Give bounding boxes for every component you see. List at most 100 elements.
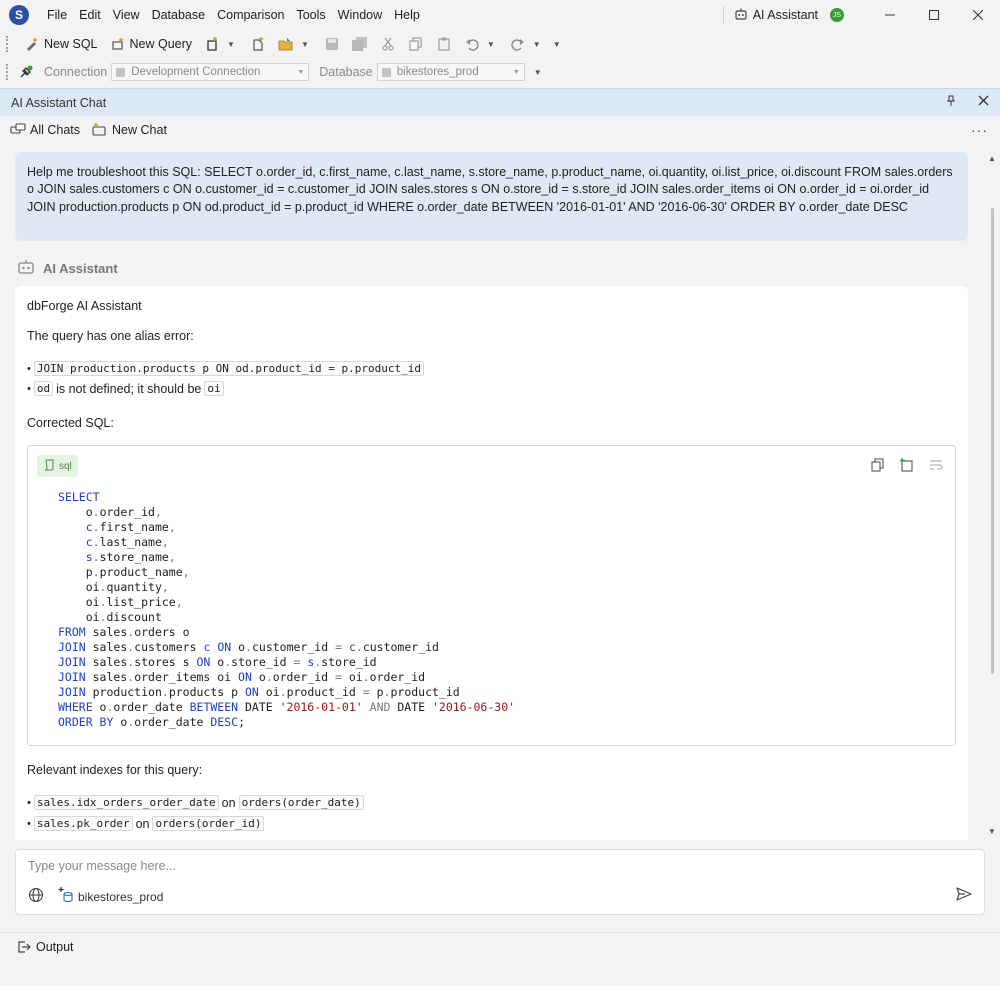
chevron-down-icon[interactable]: ▼	[484, 40, 498, 49]
main-toolbar: New SQL New Query ▼ ▼ ▼ ▼ ▼	[0, 30, 1000, 58]
cut-button[interactable]	[374, 33, 402, 55]
more-options-icon[interactable]: ···	[971, 122, 988, 138]
menu-tools[interactable]: Tools	[290, 8, 331, 22]
menu-edit[interactable]: Edit	[73, 8, 107, 22]
sql-code: SELECT o.order_id, c.first_name, c.last_…	[58, 490, 516, 729]
code-language: sql	[59, 460, 72, 472]
connection-color-icon	[116, 67, 126, 77]
chat-scrollbar[interactable]: ▲ ▼	[986, 150, 998, 836]
title-bar: S File Edit View Database Comparison Too…	[0, 0, 1000, 30]
globe-icon[interactable]	[28, 887, 44, 906]
code-language-badge: sql	[37, 455, 78, 477]
output-label: Output	[36, 939, 74, 954]
database-label: Database	[319, 65, 373, 79]
chevron-down-icon[interactable]: ▼	[298, 40, 312, 49]
output-tab[interactable]: Output	[10, 936, 80, 958]
pin-icon[interactable]	[945, 95, 957, 110]
bullet-dot: •	[27, 796, 31, 809]
scissors-icon	[380, 36, 396, 52]
chevron-down-icon[interactable]: ▼	[224, 40, 238, 49]
scrollbar-thumb[interactable]	[991, 208, 994, 674]
connect-plug-icon[interactable]	[18, 64, 34, 80]
undo-button[interactable]: ▼	[458, 33, 504, 55]
menu-comparison[interactable]: Comparison	[211, 8, 290, 22]
inline-code: od	[33, 381, 54, 396]
toolbar-overflow-icon[interactable]: ▼	[550, 40, 564, 49]
new-sql-button[interactable]: New SQL	[18, 33, 104, 55]
scroll-down-icon[interactable]: ▼	[988, 827, 996, 836]
minimize-button[interactable]	[868, 0, 912, 30]
open-folder-icon	[278, 36, 294, 52]
chevron-down-icon[interactable]: ▼	[530, 40, 544, 49]
chats-icon	[10, 122, 26, 138]
robot-icon	[17, 259, 35, 278]
insert-to-editor-icon[interactable]	[899, 458, 915, 475]
close-panel-icon[interactable]	[978, 94, 989, 109]
bullet-dot: •	[27, 382, 31, 395]
assistant-name: AI Assistant	[43, 261, 118, 276]
save-all-button[interactable]	[346, 33, 374, 55]
redo-button[interactable]: ▼	[504, 33, 550, 55]
maximize-button[interactable]	[912, 0, 956, 30]
inline-code: oi	[204, 381, 224, 396]
list-item: • sales.pk_order on orders(order_id)	[27, 816, 265, 831]
bullet-text: on	[135, 816, 150, 831]
avatar[interactable]: JS	[830, 8, 844, 22]
scroll-up-icon[interactable]: ▲	[988, 154, 996, 163]
send-icon[interactable]	[956, 886, 972, 905]
menu-file[interactable]: File	[41, 8, 73, 22]
app-logo-icon: S	[9, 5, 29, 25]
ai-assistant-button[interactable]: AI Assistant	[734, 7, 818, 24]
all-chats-label: All Chats	[30, 123, 81, 137]
new-query-button[interactable]: New Query	[104, 33, 199, 55]
all-chats-button[interactable]: All Chats	[4, 119, 86, 141]
panel-title: AI Assistant Chat	[11, 95, 107, 110]
database-select[interactable]: bikestores_prod ▼	[376, 63, 525, 81]
inline-code: sales.idx_orders_order_date	[33, 795, 219, 810]
context-database[interactable]: bikestores_prod	[58, 887, 163, 906]
toolbar-grip[interactable]	[6, 36, 10, 52]
connection-value: Development Connection	[131, 66, 261, 78]
chevron-down-icon: ▼	[297, 68, 305, 76]
open-button[interactable]: ▼	[272, 33, 318, 55]
copy-code-icon[interactable]	[871, 458, 885, 475]
menu-view[interactable]: View	[107, 8, 146, 22]
copy-button[interactable]	[402, 33, 430, 55]
bullet-dot: •	[27, 362, 31, 375]
new-document-icon	[204, 36, 220, 52]
output-icon	[16, 939, 32, 955]
sql-script-icon	[43, 459, 55, 474]
menu-database[interactable]: Database	[146, 8, 212, 22]
inline-code: orders(order_date)	[238, 795, 364, 810]
new-file-icon	[250, 36, 266, 52]
chat-toolbar: All Chats New Chat ···	[0, 116, 1000, 144]
menu-window[interactable]: Window	[332, 8, 388, 22]
bullet-dot: •	[27, 817, 31, 830]
save-button[interactable]	[318, 33, 346, 55]
copy-icon	[408, 36, 424, 52]
message-input-box[interactable]: Type your message here... bikestores_pro…	[15, 849, 985, 915]
toolbar-overflow-icon[interactable]: ▼	[531, 68, 545, 77]
paste-button[interactable]	[430, 33, 458, 55]
new-chat-button[interactable]: New Chat	[86, 119, 173, 141]
assistant-header: AI Assistant	[17, 259, 118, 278]
list-item: • od is not defined; it should be oi	[27, 381, 224, 396]
connection-select[interactable]: Development Connection ▼	[111, 63, 310, 81]
new-document-button[interactable]: ▼	[198, 33, 244, 55]
robot-icon	[734, 7, 748, 24]
menu-help[interactable]: Help	[388, 8, 426, 22]
paste-icon	[436, 36, 452, 52]
new-sql-icon	[24, 36, 40, 52]
close-window-button[interactable]	[956, 0, 1000, 30]
new-file-button[interactable]	[244, 33, 272, 55]
ai-assistant-label: AI Assistant	[752, 8, 818, 22]
toolbar-grip[interactable]	[6, 64, 10, 80]
connection-label: Connection	[44, 65, 108, 79]
wrap-lines-icon[interactable]	[929, 458, 943, 475]
undo-icon	[464, 36, 480, 52]
message-input[interactable]: Type your message here...	[28, 859, 176, 873]
save-icon	[324, 36, 340, 52]
title-separator	[722, 6, 724, 24]
new-chat-icon	[92, 122, 108, 138]
chat-panel-header: AI Assistant Chat	[0, 88, 1000, 116]
